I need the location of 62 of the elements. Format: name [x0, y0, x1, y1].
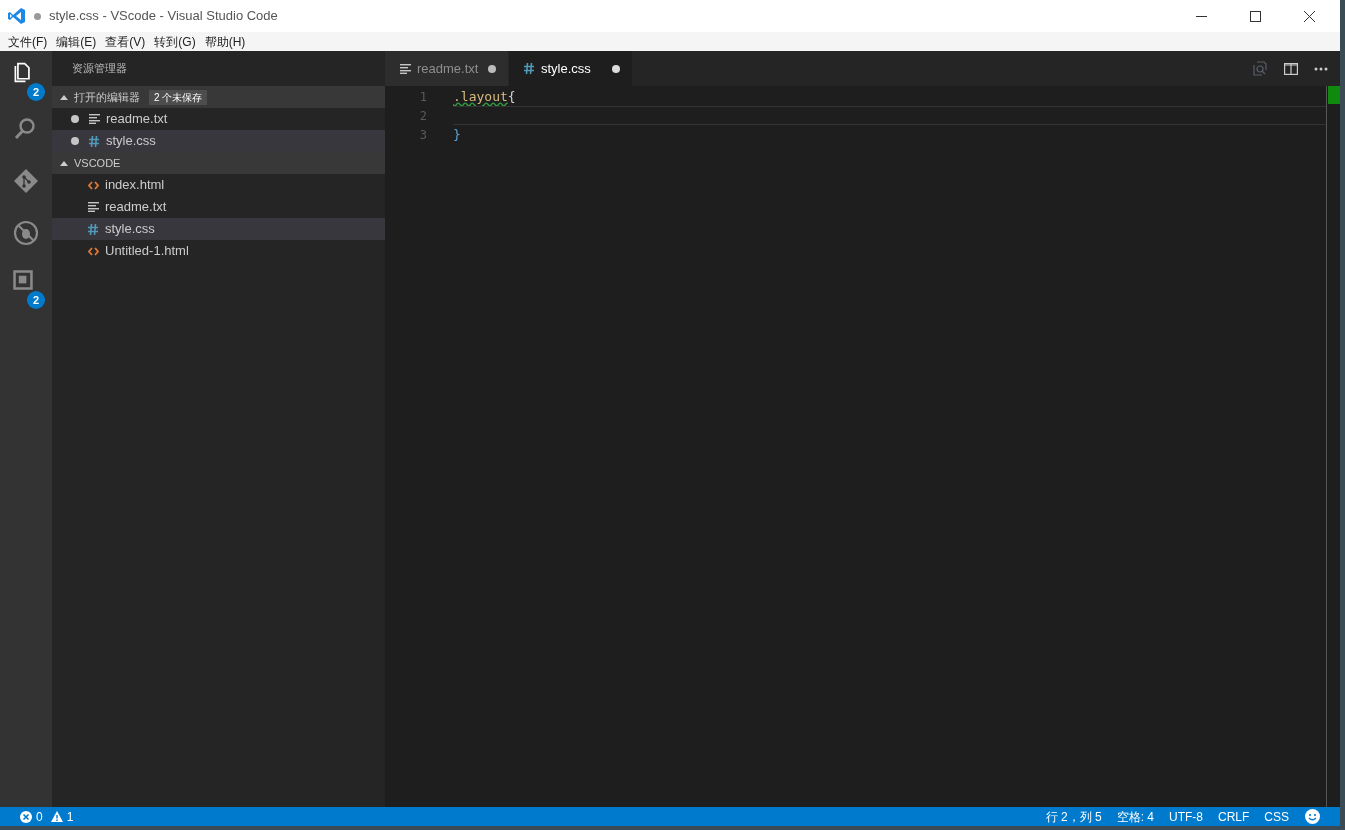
more-actions-icon[interactable] [1314, 66, 1328, 71]
status-item[interactable]: CRLF [1217, 807, 1250, 826]
close-icon[interactable] [1303, 10, 1315, 22]
section-header[interactable]: VSCODE [52, 152, 385, 174]
file-item[interactable]: style.css [52, 130, 385, 152]
app-logo-icon [8, 7, 26, 25]
maximize-icon[interactable] [1249, 10, 1261, 22]
code-text: .layout [453, 87, 508, 106]
status-item[interactable]: UTF-8 [1168, 807, 1203, 826]
file-name: readme.txt [105, 198, 167, 217]
file-name: style.css [105, 220, 155, 239]
file-name: readme.txt [106, 110, 168, 129]
error-icon[interactable] [20, 810, 32, 823]
file-name: style.css [106, 132, 156, 151]
file-item[interactable]: index.html [52, 174, 385, 196]
section-title: 打开的编辑器 [74, 89, 140, 105]
hash-icon [89, 135, 99, 147]
code-text: } [453, 125, 461, 144]
menu-item[interactable]: 查看(V) [101, 32, 150, 51]
menu-item[interactable]: 帮助(H) [200, 32, 250, 51]
lines-icon [399, 63, 411, 74]
open-preview-icon[interactable] [1252, 60, 1268, 77]
lines-icon [88, 114, 100, 124]
file-item[interactable]: readme.txt [52, 196, 385, 218]
count-badge: 2 个未保存 [149, 89, 208, 105]
smiley-icon[interactable] [1305, 809, 1320, 824]
error-count[interactable]: 0 [36, 807, 43, 826]
file-item[interactable]: Untitled-1.html [52, 240, 385, 262]
status-item[interactable]: 行 2，列 5 [1045, 807, 1102, 826]
warning-count[interactable]: 1 [66, 807, 74, 826]
window-title: style.css - VScode - Visual Studio Code [49, 7, 278, 26]
file-name: index.html [105, 176, 165, 195]
warning-icon[interactable] [50, 811, 63, 822]
file-item[interactable]: readme.txt [52, 108, 385, 130]
status-item[interactable]: 空格: 4 [1116, 807, 1154, 826]
menu-item[interactable]: 转到(G) [150, 32, 200, 51]
section-title: VSCODE [74, 155, 121, 171]
editor-tab[interactable]: style.css [509, 51, 633, 86]
line-number: 2 [418, 107, 427, 125]
extensions-icon[interactable] [12, 269, 34, 291]
file-name: Untitled-1.html [105, 242, 189, 261]
notification-badge: 2 [27, 83, 45, 101]
menu-item[interactable]: 编辑(E) [52, 32, 101, 51]
file-item[interactable]: style.css [52, 218, 385, 240]
section-header[interactable]: 打开的编辑器 2 个未保存 [52, 86, 385, 108]
hash-icon [524, 63, 534, 74]
lines-icon [87, 202, 99, 212]
menu-item[interactable]: 文件(F) [4, 32, 52, 51]
no-bug-icon[interactable] [13, 220, 39, 246]
sidebar-title: 资源管理器 [72, 61, 127, 77]
notification-badge: 2 [27, 291, 45, 309]
source-control-icon[interactable] [13, 168, 39, 194]
editor-tab[interactable]: readme.txt [385, 51, 509, 86]
code-text: { [507, 87, 516, 106]
line-number: 3 [418, 126, 427, 144]
status-item[interactable]: CSS [1264, 807, 1289, 826]
split-editor-icon[interactable] [1284, 62, 1298, 75]
overview-marker [1328, 86, 1340, 104]
hash-icon [88, 223, 98, 235]
code-brackets-icon [87, 180, 99, 190]
line-number: 1 [418, 88, 427, 106]
code-brackets-icon [87, 246, 99, 256]
